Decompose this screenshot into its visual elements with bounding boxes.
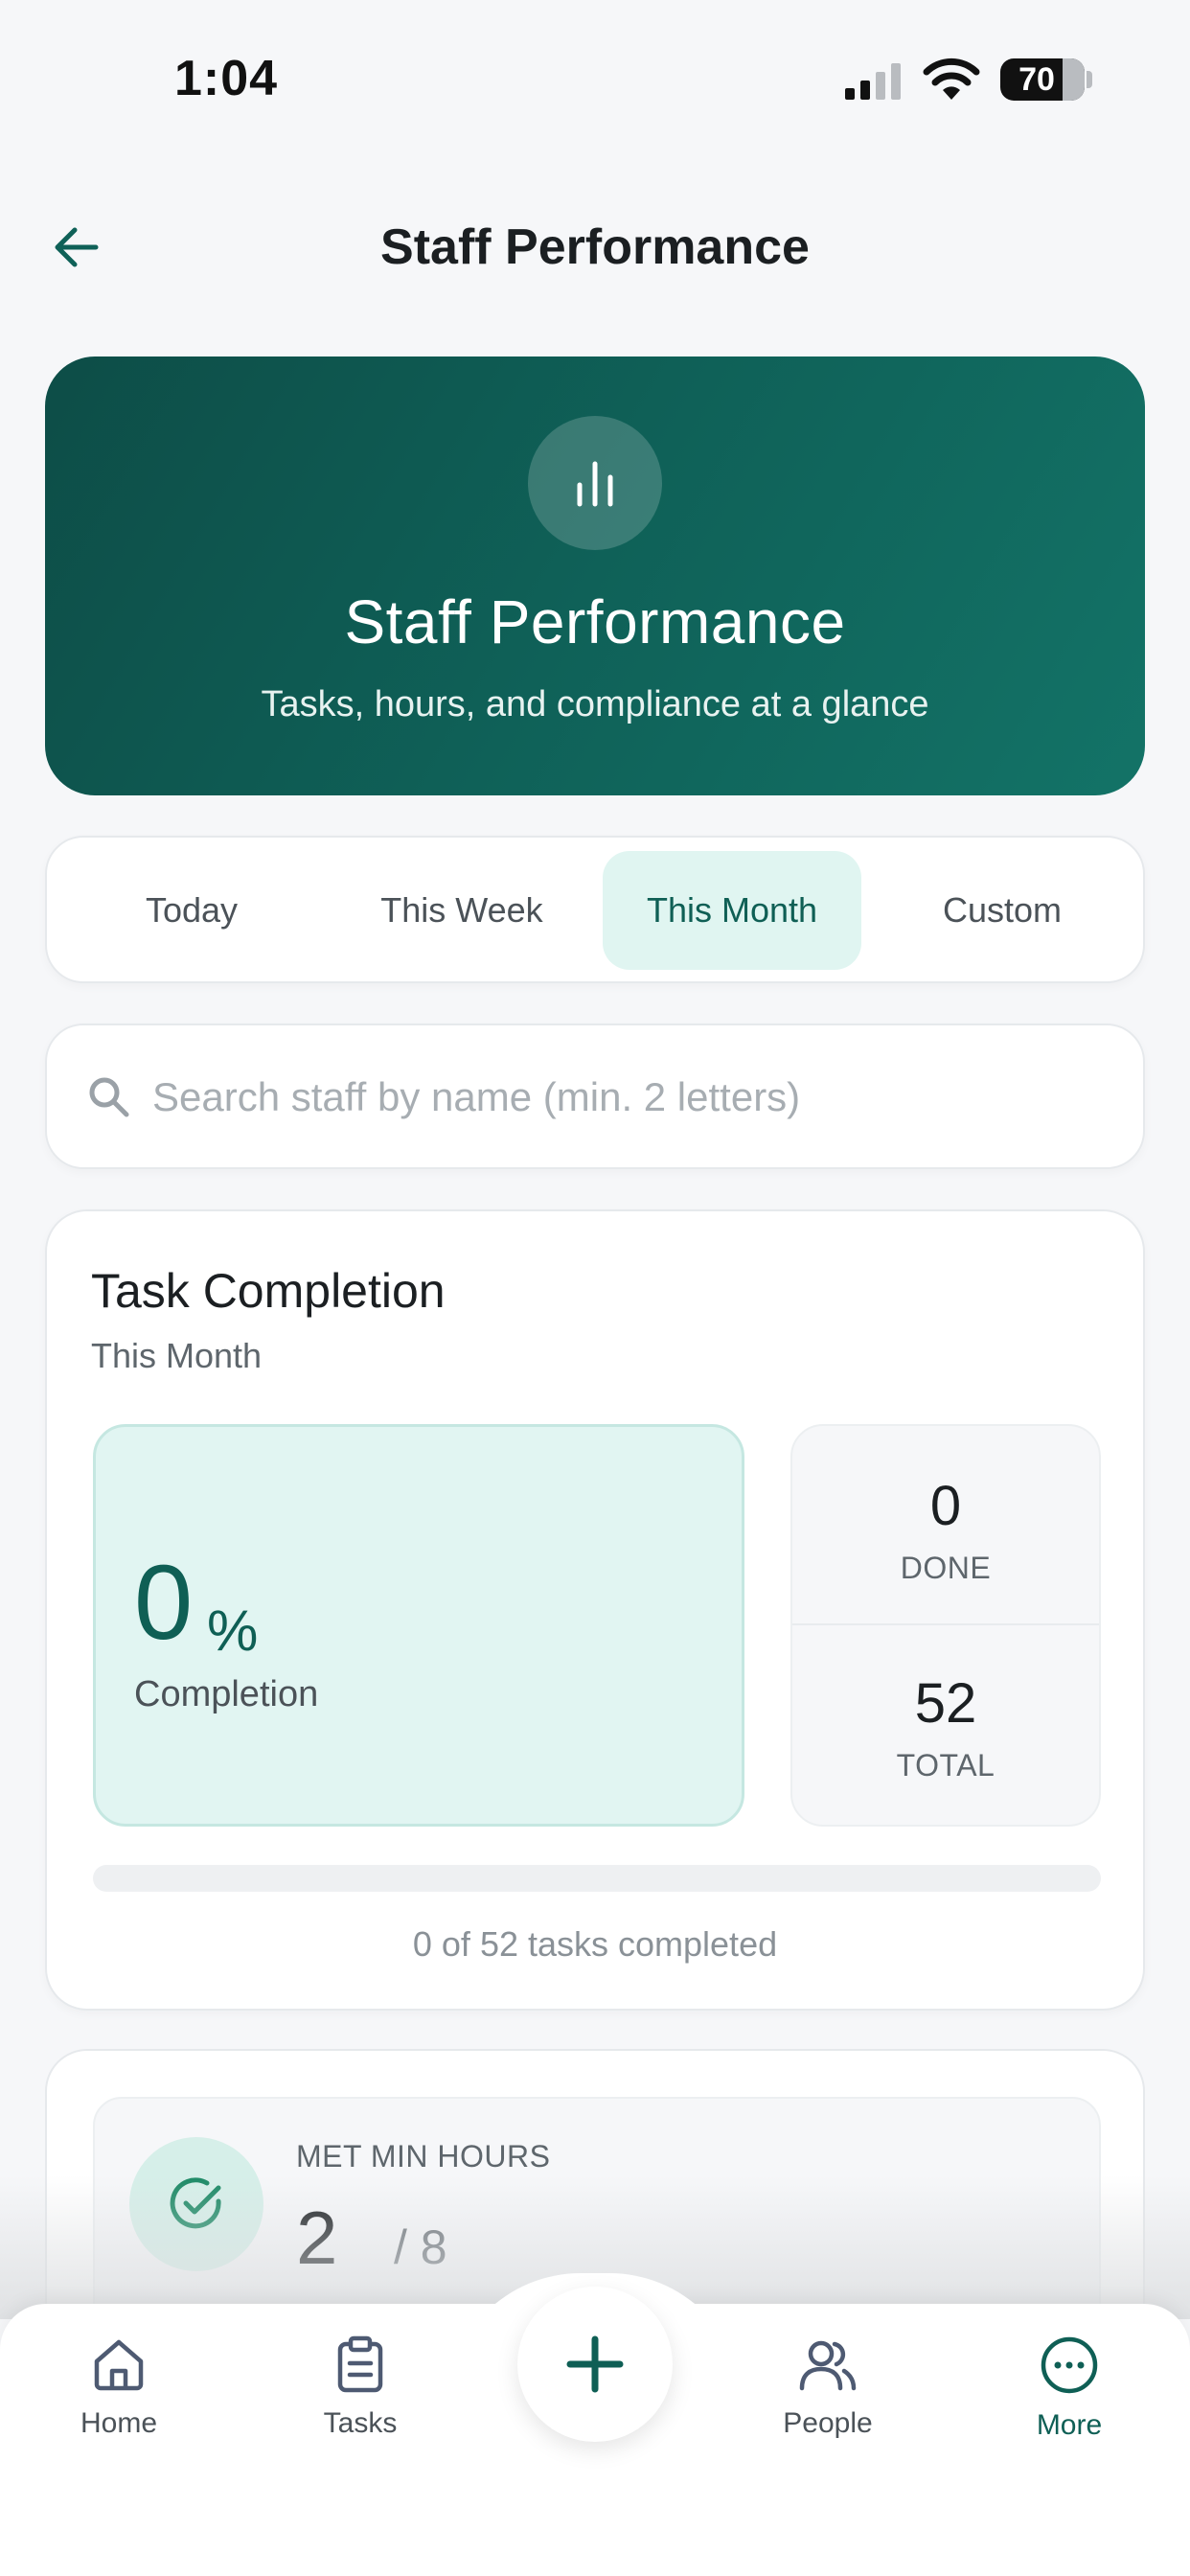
- tab-this-month[interactable]: This Month: [603, 851, 861, 970]
- nav-item-tasks[interactable]: Tasks: [264, 2334, 456, 2459]
- hero-banner: Staff Performance Tasks, hours, and comp…: [45, 356, 1145, 795]
- battery-level: 70: [1018, 61, 1055, 98]
- nav-label: People: [783, 2407, 873, 2439]
- back-button[interactable]: [42, 213, 111, 282]
- done-label: DONE: [900, 1551, 992, 1585]
- bar-chart-icon: [528, 416, 662, 550]
- completion-label: Completion: [134, 1674, 319, 1714]
- stats-box: 0 DONE 52 TOTAL: [790, 1424, 1101, 1827]
- total-label: TOTAL: [896, 1748, 995, 1782]
- card-title: Task Completion: [91, 1264, 446, 1318]
- progress-caption: 0 of 52 tasks completed: [412, 1924, 778, 1964]
- completion-unit: %: [207, 1598, 259, 1663]
- total-value: 52: [914, 1672, 977, 1735]
- home-icon: [94, 2339, 144, 2391]
- battery-nub: [1087, 71, 1092, 88]
- stats-divider: [792, 1623, 1099, 1625]
- plus-icon: [566, 2335, 624, 2393]
- clipboard-icon: [337, 2335, 383, 2393]
- page-title: Staff Performance: [380, 219, 810, 275]
- nav-label: Home: [80, 2407, 158, 2439]
- cellular-signal-icon: [845, 63, 901, 100]
- more-icon: [1041, 2336, 1098, 2394]
- wifi-icon: [923, 58, 980, 100]
- arrow-left-icon: [55, 227, 99, 267]
- people-icon: [799, 2340, 857, 2391]
- status-time: 1:04: [174, 51, 279, 106]
- hero-subtitle: Tasks, hours, and compliance at a glance: [261, 684, 929, 724]
- nav-item-home[interactable]: Home: [23, 2334, 215, 2459]
- status-bar: 1:04 70: [0, 0, 1190, 153]
- completion-percent: 0: [134, 1544, 194, 1662]
- nav-item-more[interactable]: More: [973, 2334, 1165, 2459]
- battery-icon: 70: [1000, 58, 1085, 101]
- nav-label: More: [1036, 2409, 1103, 2441]
- hero-title: Staff Performance: [344, 587, 846, 656]
- hours-label: MET MIN HOURS: [296, 2139, 551, 2174]
- nav-label: Tasks: [323, 2407, 398, 2439]
- period-tabs: Today This Week This Month Custom: [45, 836, 1145, 983]
- progress-bar: [93, 1865, 1101, 1892]
- card-period: This Month: [91, 1336, 263, 1375]
- search-icon: [89, 1077, 129, 1117]
- completion-box: 0 % Completion: [93, 1424, 744, 1827]
- tab-this-week[interactable]: This Week: [332, 851, 591, 970]
- add-button[interactable]: [517, 2287, 673, 2442]
- tab-custom[interactable]: Custom: [873, 851, 1132, 970]
- done-value: 0: [929, 1475, 962, 1537]
- nav-item-people[interactable]: People: [732, 2334, 924, 2459]
- search-bar: [45, 1024, 1145, 1169]
- search-input[interactable]: [152, 1064, 1110, 1131]
- tab-today[interactable]: Today: [62, 851, 321, 970]
- task-completion-card: Task Completion This Month 0 % Completio…: [45, 1209, 1145, 2011]
